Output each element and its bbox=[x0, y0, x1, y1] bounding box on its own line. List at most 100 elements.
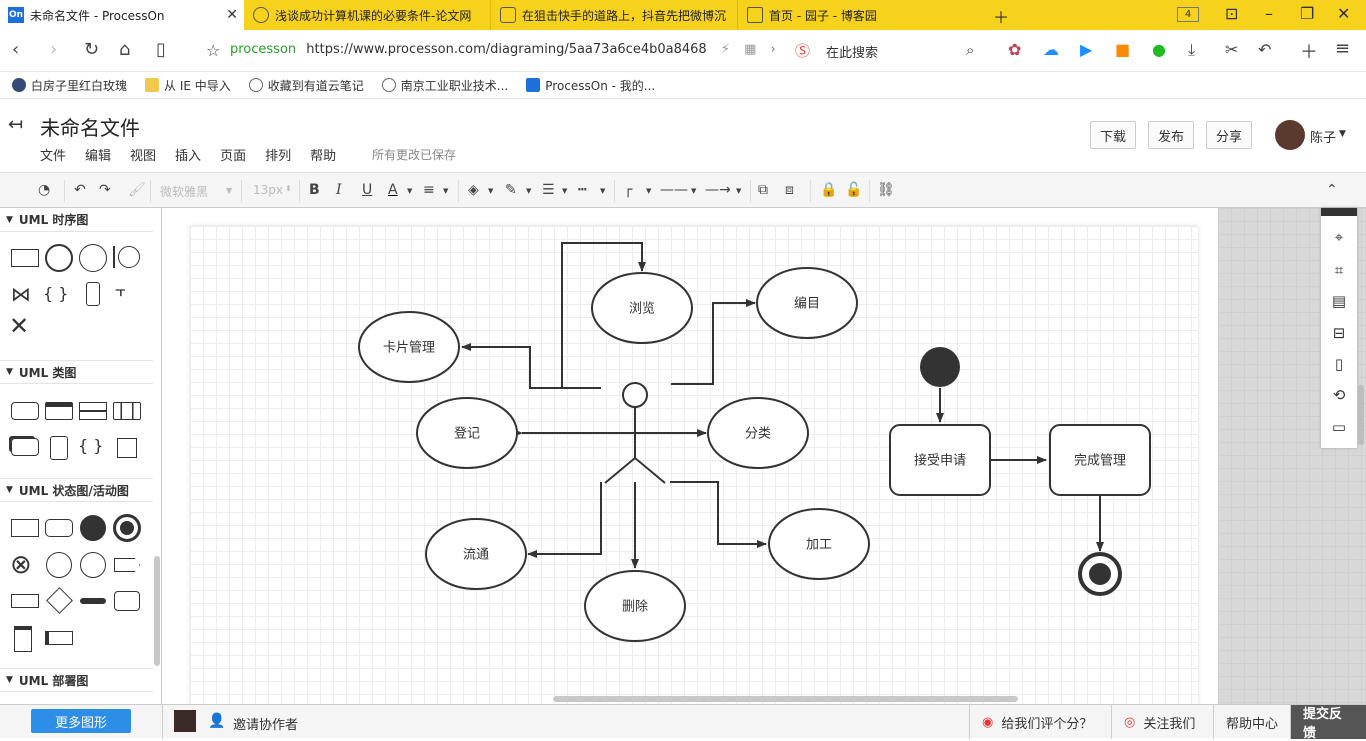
collapse-up-icon[interactable]: ⌃ bbox=[1326, 182, 1338, 198]
menu-arrange[interactable]: 排列 bbox=[265, 145, 291, 164]
follow-us-button[interactable]: ◎ 关注我们 bbox=[1111, 705, 1207, 739]
line-width-icon[interactable]: ☰ bbox=[542, 182, 555, 198]
search-icon[interactable]: ⌕ bbox=[966, 41, 974, 59]
section-uml-deployment[interactable]: ▼ UML 部署图 bbox=[0, 668, 153, 692]
bookmark-item[interactable]: 从 IE 中导入 bbox=[145, 77, 231, 94]
redo-icon[interactable]: ↷ bbox=[99, 182, 111, 198]
menu-file[interactable]: 文件 bbox=[40, 145, 66, 164]
reader-icon[interactable]: ▯ bbox=[156, 39, 166, 60]
font-family-select[interactable]: 微软雅黑 bbox=[160, 183, 208, 200]
chevron-down-icon[interactable]: ▼ bbox=[226, 186, 232, 195]
download-icon[interactable]: ⤓ bbox=[1188, 40, 1195, 60]
shape-activity[interactable] bbox=[45, 519, 73, 537]
shape-braces[interactable]: { } bbox=[43, 284, 68, 303]
back-arrow-icon[interactable]: ‹ bbox=[12, 39, 19, 60]
stepper-icon[interactable]: ⬍ bbox=[285, 184, 292, 193]
bookmark-item[interactable]: 南京工业职业技术... bbox=[381, 77, 508, 94]
star-icon[interactable]: ☆ bbox=[206, 41, 220, 60]
url-field[interactable]: processon https://www.processon.com/diag… bbox=[230, 42, 776, 57]
shape-fork-bar[interactable] bbox=[80, 598, 106, 604]
connector-type-icon[interactable]: ┌ bbox=[624, 182, 632, 198]
menu-edit[interactable]: 编辑 bbox=[85, 145, 111, 164]
section-uml-state-activity[interactable]: ▼ UML 状态图/活动图 bbox=[0, 478, 153, 502]
shape-send-signal[interactable] bbox=[114, 558, 140, 572]
close-window-icon[interactable]: ✕ bbox=[1337, 4, 1350, 23]
minimize-icon[interactable]: – bbox=[1265, 4, 1273, 23]
shape-shallow-history[interactable] bbox=[46, 552, 72, 578]
shape-object[interactable] bbox=[11, 249, 39, 267]
section-uml-sequence[interactable]: ▼ UML 时序图 bbox=[0, 208, 153, 232]
chevron-right-icon[interactable]: › bbox=[771, 42, 776, 57]
fill-color-icon[interactable]: ◈ bbox=[468, 182, 479, 198]
canvas-horizontal-scrollbar[interactable] bbox=[553, 696, 1018, 702]
chevron-down-icon[interactable]: ▼ bbox=[488, 187, 493, 195]
initial-state[interactable] bbox=[920, 347, 960, 387]
tab-count-badge[interactable]: 4 bbox=[1177, 7, 1199, 22]
bring-front-icon[interactable]: ⧉ bbox=[758, 182, 768, 198]
panel-scrollbar[interactable] bbox=[154, 556, 160, 666]
browser-tab-cnblogs[interactable]: 首页 - 园子 - 博客园 bbox=[739, 0, 985, 30]
font-color-icon[interactable]: A bbox=[388, 182, 398, 198]
underline-icon[interactable]: U bbox=[362, 182, 372, 198]
page-settings-icon[interactable]: ▤ bbox=[1329, 292, 1349, 312]
shape-braces[interactable]: { } bbox=[78, 436, 103, 455]
shape-action[interactable] bbox=[114, 591, 140, 611]
chevron-down-icon[interactable]: ▼ bbox=[443, 187, 448, 195]
chevron-down-icon[interactable]: ▼ bbox=[600, 187, 605, 195]
italic-icon[interactable]: I bbox=[336, 182, 342, 198]
bookmark-item[interactable]: 白房子里红白玫瑰 bbox=[12, 77, 127, 94]
shape-state[interactable] bbox=[11, 519, 39, 537]
shape-class[interactable] bbox=[11, 402, 39, 420]
shape-initial-state[interactable] bbox=[80, 515, 106, 541]
share-button[interactable]: 分享 bbox=[1206, 121, 1253, 149]
link-icon[interactable]: ⛓ bbox=[877, 182, 895, 198]
video-icon[interactable]: ■ bbox=[1115, 40, 1130, 59]
extension-icon[interactable]: ✿ bbox=[1008, 40, 1021, 59]
shape-swimlane-vertical[interactable] bbox=[14, 626, 32, 652]
send-back-icon[interactable]: ⧈ bbox=[785, 182, 794, 198]
new-tab-plus-icon[interactable]: ＋ bbox=[993, 4, 1009, 28]
connector-to-circulate[interactable] bbox=[527, 482, 602, 558]
maximize-icon[interactable]: ❐ bbox=[1300, 4, 1314, 23]
menu-insert[interactable]: 插入 bbox=[175, 145, 201, 164]
submit-feedback-button[interactable]: 提交反馈 bbox=[1290, 705, 1366, 741]
help-center-button[interactable]: 帮助中心 bbox=[1213, 705, 1290, 739]
diagram-page[interactable]: 浏览 编目 卡片管理 登记 分类 流通 删除 加工 接受申请 完成管理 bbox=[190, 226, 1198, 704]
cloud-icon[interactable]: ☁ bbox=[1043, 40, 1059, 59]
shape-interface[interactable] bbox=[113, 402, 141, 420]
search-input[interactable]: 在此搜索 bbox=[826, 42, 878, 61]
qrcode-icon[interactable]: ▦ bbox=[744, 42, 756, 57]
shape-deep-history[interactable] bbox=[80, 552, 106, 578]
scissors-icon[interactable]: ✂ bbox=[1225, 40, 1238, 59]
back-to-home-icon[interactable]: ↤ bbox=[8, 114, 23, 135]
shape-swimlane-horizontal[interactable] bbox=[45, 631, 73, 645]
shape-class-header[interactable] bbox=[45, 402, 73, 420]
close-icon[interactable]: ✕ bbox=[226, 7, 238, 23]
bold-icon[interactable]: B bbox=[309, 182, 320, 198]
shape-control[interactable] bbox=[79, 244, 107, 272]
rate-us-button[interactable]: ◉ 给我们评个分？ bbox=[969, 705, 1104, 739]
bookmark-item[interactable]: 收藏到有道云笔记 bbox=[248, 77, 364, 94]
shape-receive-signal[interactable] bbox=[11, 594, 39, 608]
comment-icon[interactable]: ▭ bbox=[1329, 418, 1349, 438]
shape-note[interactable] bbox=[117, 438, 137, 458]
lightning-icon[interactable]: ⚡ bbox=[721, 42, 730, 57]
chevron-down-icon[interactable]: ▼ bbox=[691, 187, 696, 195]
plus-icon[interactable]: ＋ bbox=[1300, 38, 1318, 64]
play-icon[interactable]: ▶ bbox=[1080, 40, 1092, 59]
section-uml-class[interactable]: ▼ UML 类图 bbox=[0, 360, 153, 384]
line-start-icon[interactable]: —— bbox=[660, 182, 688, 198]
add-user-icon[interactable]: 👤 bbox=[208, 713, 225, 729]
invite-collaborator-link[interactable]: 邀请协作者 bbox=[233, 714, 298, 733]
shape-lifeline[interactable]: ⫟ bbox=[115, 280, 126, 301]
chevron-down-icon[interactable]: ▼ bbox=[736, 187, 741, 195]
connector-to-process[interactable] bbox=[670, 481, 767, 548]
chevron-down-icon[interactable]: ▼ bbox=[407, 187, 412, 195]
line-end-arrow-icon[interactable]: —→ bbox=[705, 182, 731, 198]
shape-activation[interactable] bbox=[86, 282, 100, 306]
chevron-down-icon[interactable]: ▼ bbox=[1339, 129, 1346, 139]
wechat-icon[interactable]: ● bbox=[1152, 40, 1166, 59]
menu-view[interactable]: 视图 bbox=[130, 145, 156, 164]
home-icon[interactable]: ⌂ bbox=[119, 39, 130, 60]
download-button[interactable]: 下载 bbox=[1090, 121, 1137, 149]
